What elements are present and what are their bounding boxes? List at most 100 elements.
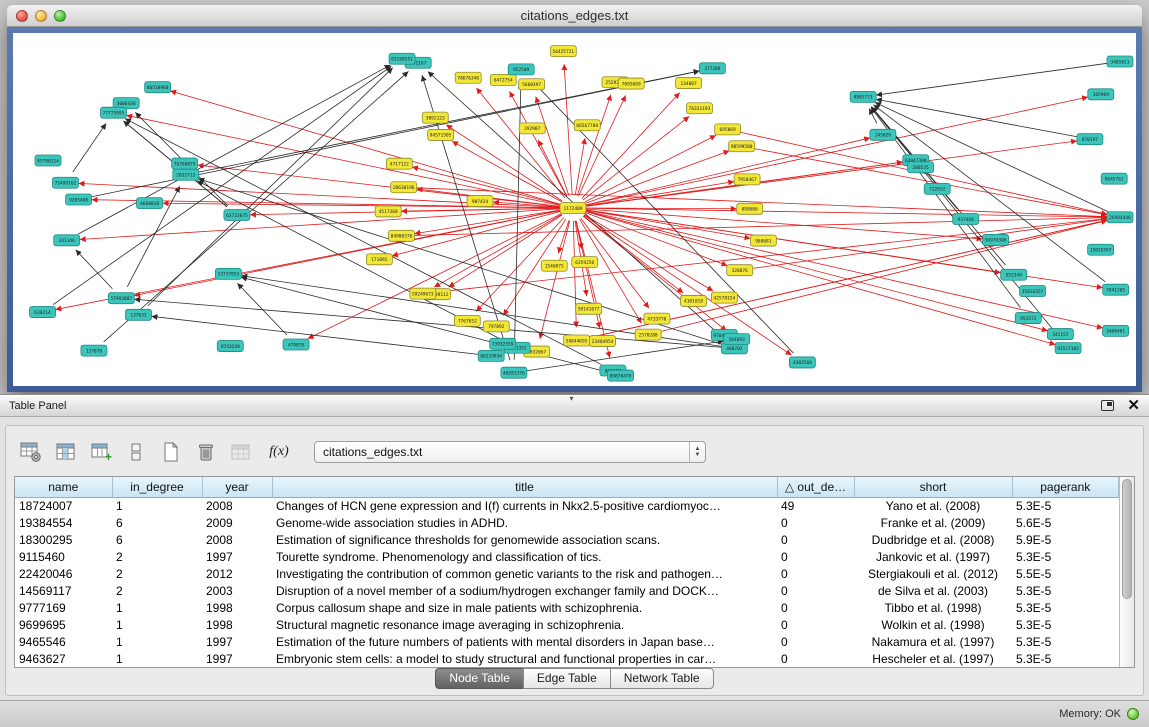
table-row[interactable]: 1872400712008Changes of HCN gene express… <box>15 497 1119 514</box>
column-header-year[interactable]: year <box>202 477 272 497</box>
network-edge[interactable] <box>436 219 1107 293</box>
network-node-label: 305969 <box>1093 92 1110 98</box>
scrollbar-thumb[interactable] <box>1122 479 1132 599</box>
cell-in_degree: 2 <box>112 582 202 599</box>
cell-short: Hescheler et al. (1997) <box>854 650 1012 667</box>
table-row[interactable]: 946362711997Embryonic stem cells: a mode… <box>15 650 1119 667</box>
zoom-window-icon[interactable] <box>54 10 66 22</box>
network-node-label: 35016357 <box>1022 289 1044 295</box>
cell-year: 1998 <box>202 599 272 616</box>
create-column-icon[interactable]: + <box>88 439 114 465</box>
network-edge[interactable] <box>134 299 721 347</box>
cell-year: 1997 <box>202 633 272 650</box>
network-edge[interactable] <box>582 93 680 199</box>
cell-year: 1997 <box>202 650 272 667</box>
cell-short: Dudbridge et al. (2008) <box>854 531 1012 548</box>
network-edge[interactable] <box>579 95 626 196</box>
table-row[interactable]: 1938455462009Genome-wide association stu… <box>15 514 1119 531</box>
network-node-label: 1172409 <box>564 206 583 212</box>
table-row[interactable]: 969969511998Structural magnetic resonanc… <box>15 616 1119 633</box>
close-panel-icon[interactable]: ✕ <box>1127 398 1140 413</box>
float-panel-icon[interactable] <box>1101 400 1114 411</box>
cell-short: Jankovic et al. (1997) <box>854 548 1012 565</box>
network-edge[interactable] <box>873 105 1105 282</box>
column-list-icon[interactable] <box>123 439 149 465</box>
table-toolbar: + <box>18 438 706 466</box>
network-edge[interactable] <box>536 97 569 196</box>
close-window-icon[interactable] <box>16 10 28 22</box>
network-edge[interactable] <box>558 220 569 253</box>
network-edge[interactable] <box>509 91 566 196</box>
cell-name: 14569117 <box>15 582 112 599</box>
network-edge[interactable] <box>753 219 1108 268</box>
merge-table-icon[interactable] <box>228 439 254 465</box>
network-edge[interactable] <box>434 214 562 287</box>
column-header-out_degree[interactable]: △ out_de… <box>777 477 854 497</box>
network-edge[interactable] <box>876 63 1107 95</box>
network-node-label: 85780124 <box>37 158 59 164</box>
column-header-name[interactable]: name <box>15 477 112 497</box>
cell-title: Genome-wide association studies in ADHD. <box>272 514 777 531</box>
table-scrollbar[interactable] <box>1119 477 1134 667</box>
network-edge[interactable] <box>530 79 793 353</box>
network-edge[interactable] <box>151 316 478 354</box>
table-header-row: namein_degreeyeartitle△ out_de…shortpage… <box>15 477 1119 497</box>
network-node-label: 76331193 <box>689 106 711 112</box>
table-selector[interactable]: citations_edges.txt ▲▼ <box>314 441 706 463</box>
network-node-label: 4717122 <box>390 162 409 168</box>
network-edge[interactable] <box>76 250 113 289</box>
tab-edge-table[interactable]: Edge Table <box>523 668 611 689</box>
cell-year: 2009 <box>202 514 272 531</box>
network-edge[interactable] <box>583 216 683 293</box>
network-edge[interactable] <box>78 65 390 234</box>
cell-in_degree: 1 <box>112 616 202 633</box>
table-selector-value: citations_edges.txt <box>315 445 689 459</box>
network-edge[interactable] <box>170 91 560 205</box>
network-edge[interactable] <box>586 210 751 238</box>
function-builder-icon[interactable]: f(x) <box>263 440 295 464</box>
show-columns-icon[interactable] <box>53 439 79 465</box>
tab-node-table[interactable]: Node Table <box>435 668 524 689</box>
network-edge[interactable] <box>876 99 1077 137</box>
network-node-label: 1546875 <box>545 264 564 270</box>
network-edge[interactable] <box>586 141 1077 206</box>
network-edge[interactable] <box>585 135 716 202</box>
network-node-label: 171092 <box>371 257 388 263</box>
network-edge[interactable] <box>586 182 734 206</box>
network-edge[interactable] <box>134 211 560 296</box>
network-edge[interactable] <box>452 141 562 201</box>
network-edge[interactable] <box>125 119 601 365</box>
network-edge[interactable] <box>586 209 983 239</box>
network-node-label: 2032713 <box>176 173 195 179</box>
table-row[interactable]: 911546021997Tourette syndrome. Phenomeno… <box>15 548 1119 565</box>
new-table-icon[interactable] <box>158 439 184 465</box>
table-row[interactable]: 977716911998Corpus callosum shape and si… <box>15 599 1119 616</box>
network-edge[interactable] <box>564 64 572 195</box>
table-row[interactable]: 1456911722003Disruption of a novel membe… <box>15 582 1119 599</box>
network-edge[interactable] <box>163 203 560 208</box>
column-header-title[interactable]: title <box>272 477 777 497</box>
network-node-label: 04900376 <box>391 234 413 240</box>
network-edge[interactable] <box>754 149 1107 215</box>
network-edge[interactable] <box>414 218 1107 236</box>
splitter-handle-icon[interactable]: ▾ <box>570 395 574 403</box>
delete-table-icon[interactable] <box>193 439 219 465</box>
network-edge[interactable] <box>73 123 106 172</box>
window-titlebar[interactable]: citations_edges.txt <box>7 5 1142 27</box>
table-row[interactable]: 946554611997Estimation of the future num… <box>15 633 1119 650</box>
node-table-body: 1872400712008Changes of HCN gene express… <box>15 497 1119 667</box>
network-edge[interactable] <box>586 208 1107 217</box>
tab-network-table[interactable]: Network Table <box>610 668 714 689</box>
network-canvas[interactable]: 1172409544257212529281709566913400776331… <box>13 33 1136 386</box>
cell-title: Tourette syndrome. Phenomenology and cla… <box>272 548 777 565</box>
column-header-short[interactable]: short <box>854 477 1012 497</box>
column-header-in_degree[interactable]: in_degree <box>112 477 202 497</box>
cell-in_degree: 1 <box>112 599 202 616</box>
table-row[interactable]: 2242004622012Investigating the contribut… <box>15 565 1119 582</box>
table-row[interactable]: 1830029562008Estimation of significance … <box>15 531 1119 548</box>
combo-stepper-icon[interactable]: ▲▼ <box>689 442 705 462</box>
table-mode-icon[interactable] <box>18 439 44 465</box>
cell-pagerank: 5.6E-5 <box>1012 514 1119 531</box>
column-header-pagerank[interactable]: pagerank <box>1012 477 1119 497</box>
minimize-window-icon[interactable] <box>35 10 47 22</box>
